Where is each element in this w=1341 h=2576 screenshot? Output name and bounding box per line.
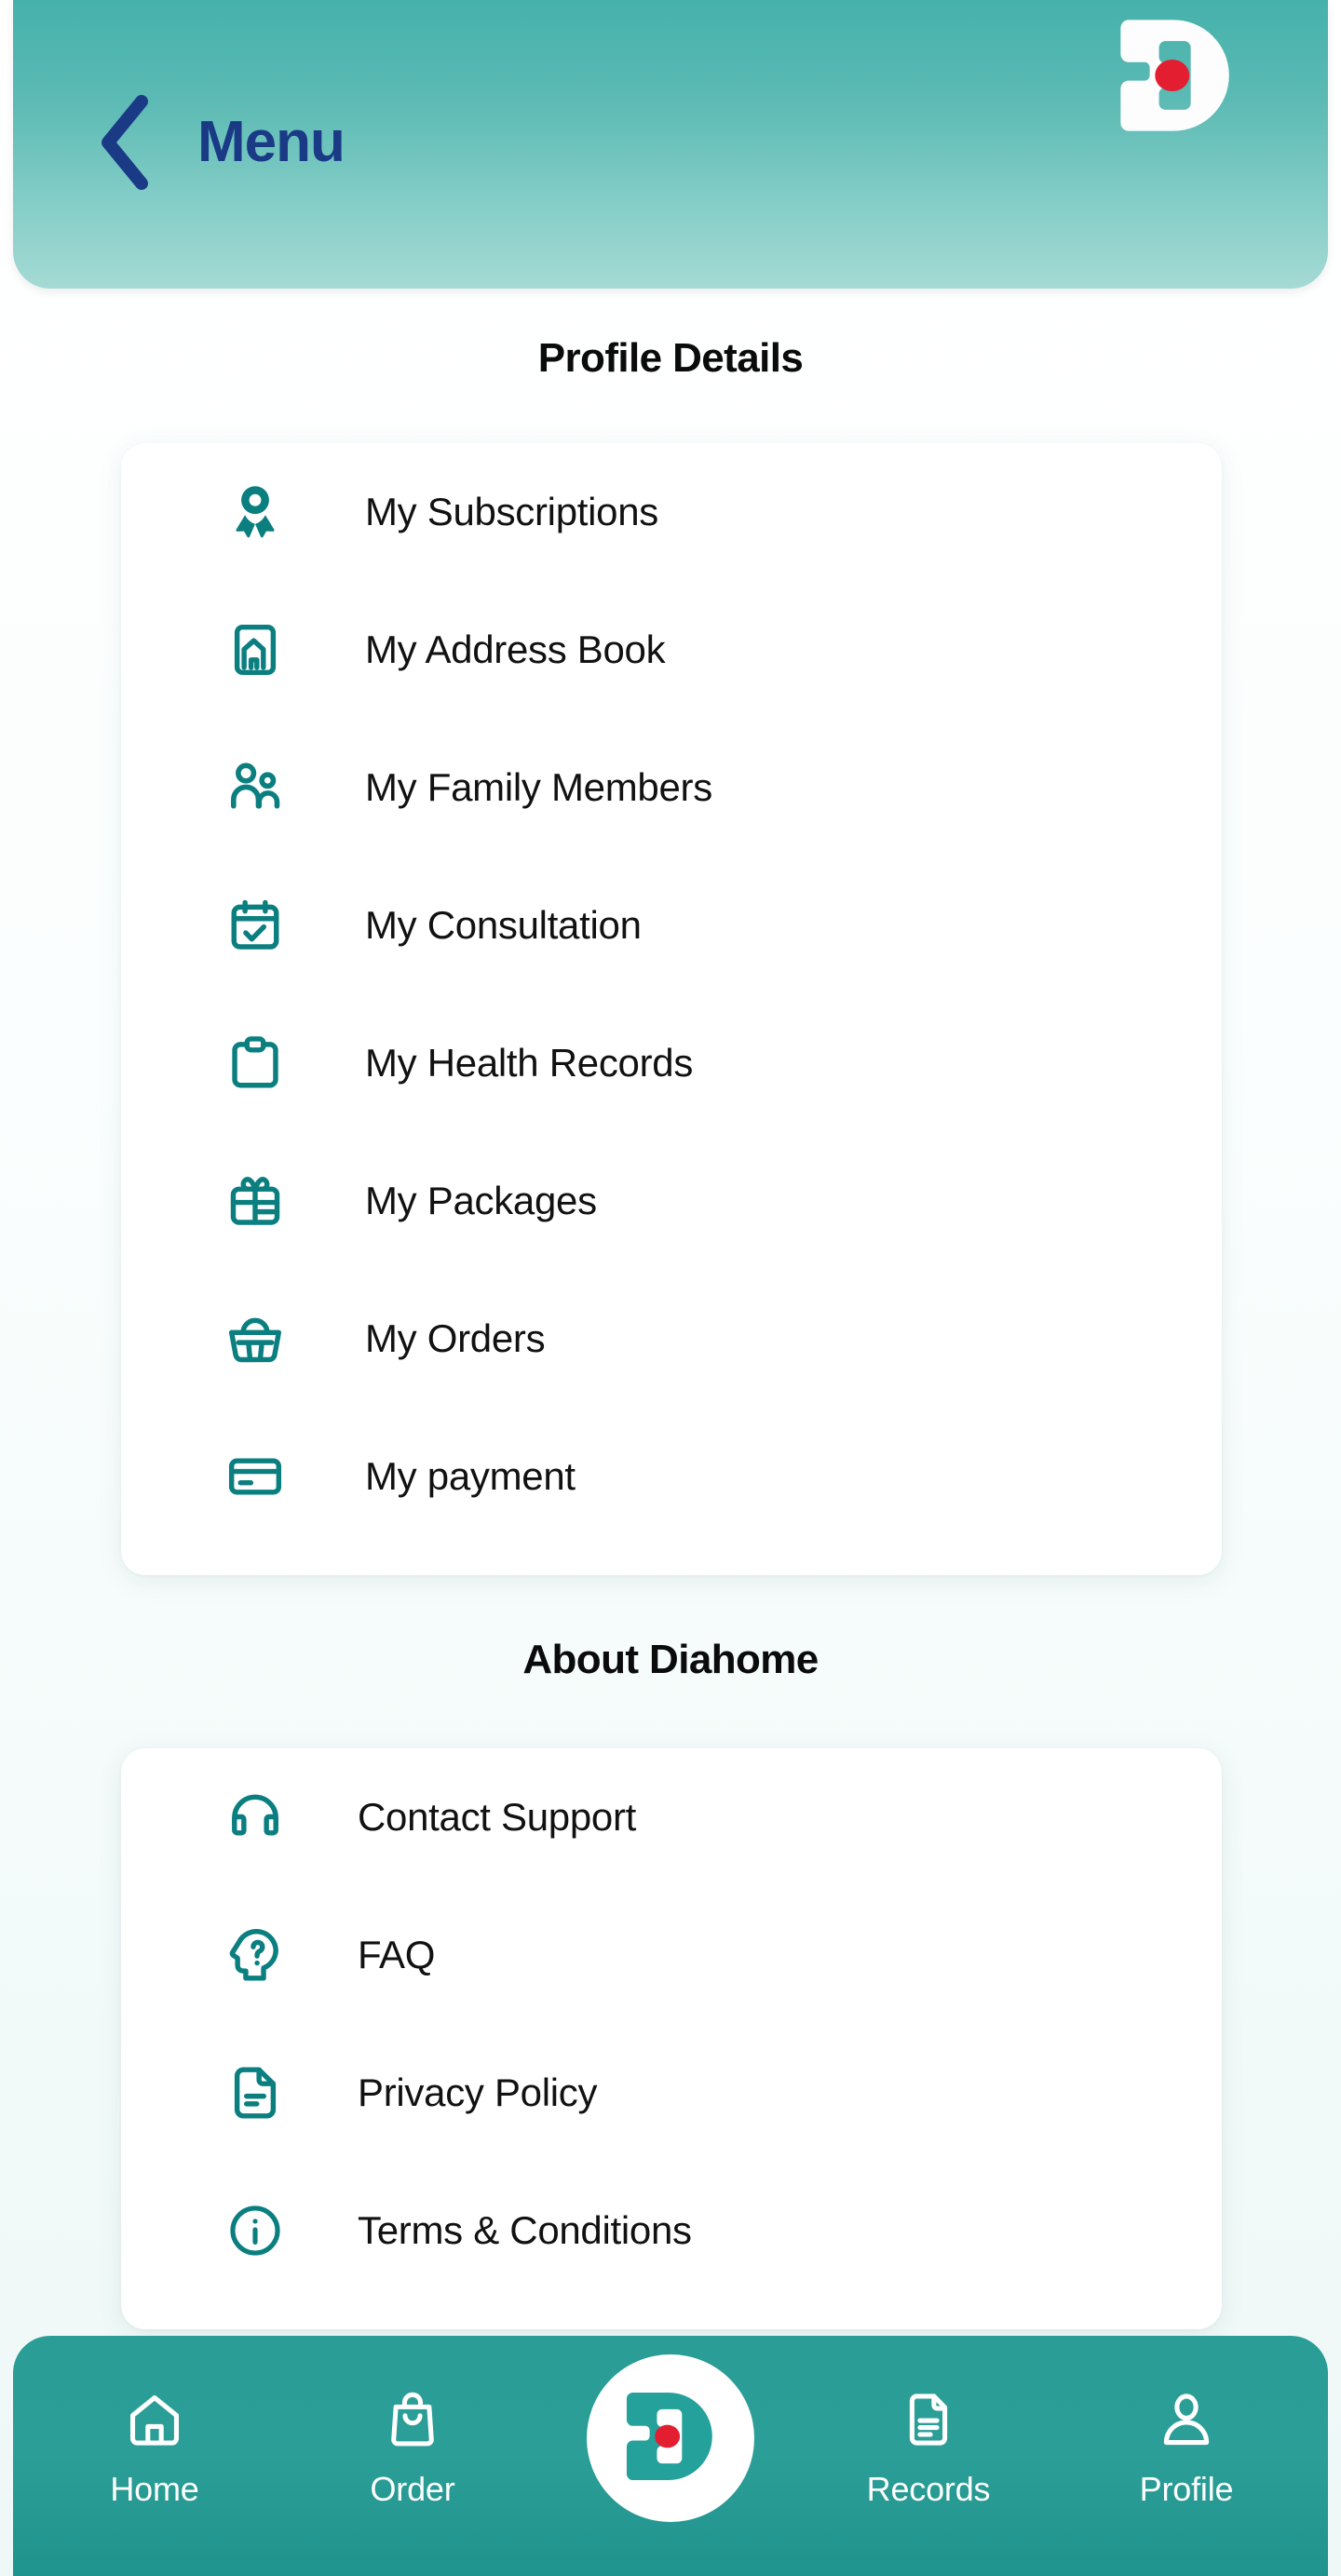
bottom-navigation-bar: Home Order Records Profile bbox=[13, 2336, 1328, 2576]
menu-item-label: My Consultation bbox=[365, 903, 642, 947]
back-button[interactable] bbox=[80, 91, 169, 194]
menu-item-my-subscriptions[interactable]: My Subscriptions bbox=[121, 443, 1222, 581]
nav-item-order[interactable]: Order bbox=[310, 2390, 515, 2509]
menu-item-my-orders[interactable]: My Orders bbox=[121, 1270, 1222, 1408]
document-icon bbox=[899, 2390, 958, 2449]
menu-item-contact-support[interactable]: Contact Support bbox=[121, 1748, 1222, 1886]
nav-item-label: Profile bbox=[1139, 2470, 1234, 2508]
shopping-basket-icon bbox=[210, 1310, 300, 1368]
menu-item-label: My Subscriptions bbox=[365, 490, 658, 533]
diahome-d-logo bbox=[618, 2384, 723, 2493]
nav-item-profile[interactable]: Profile bbox=[1084, 2390, 1289, 2509]
credit-card-icon bbox=[210, 1448, 300, 1505]
menu-item-privacy-policy[interactable]: Privacy Policy bbox=[121, 2024, 1222, 2162]
menu-item-label: Privacy Policy bbox=[358, 2070, 598, 2114]
nav-item-records[interactable]: Records bbox=[826, 2390, 1031, 2509]
menu-item-my-family-members[interactable]: My Family Members bbox=[121, 719, 1222, 856]
info-circle-icon bbox=[210, 2202, 300, 2259]
page-title: Menu bbox=[197, 110, 345, 174]
clipboard-icon bbox=[210, 1034, 300, 1092]
menu-item-my-packages[interactable]: My Packages bbox=[121, 1132, 1222, 1270]
center-action-button[interactable] bbox=[587, 2354, 754, 2522]
menu-item-faq[interactable]: FAQ bbox=[121, 1886, 1222, 2024]
menu-item-label: FAQ bbox=[358, 1933, 436, 1976]
section-title-about: About Diahome bbox=[522, 1637, 819, 1682]
menu-item-terms-and-conditions[interactable]: Terms & Conditions bbox=[121, 2162, 1222, 2300]
menu-item-label: My Orders bbox=[365, 1316, 546, 1360]
headphones-icon bbox=[210, 1788, 300, 1846]
home-card-icon bbox=[210, 621, 300, 679]
person-icon bbox=[1157, 2390, 1216, 2449]
shopping-bag-icon bbox=[383, 2390, 442, 2449]
nav-item-label: Records bbox=[866, 2470, 991, 2508]
nav-item-home[interactable]: Home bbox=[52, 2390, 257, 2509]
profile-details-card: My Subscriptions My Address Book My Fami… bbox=[121, 443, 1222, 1575]
menu-item-my-health-records[interactable]: My Health Records bbox=[121, 994, 1222, 1132]
menu-item-label: My Address Book bbox=[365, 627, 666, 671]
award-ribbon-icon bbox=[210, 482, 300, 542]
menu-item-label: My Packages bbox=[365, 1179, 597, 1222]
users-icon bbox=[210, 758, 300, 817]
nav-item-label: Order bbox=[370, 2470, 455, 2508]
document-text-icon bbox=[210, 2064, 300, 2122]
menu-item-label: Terms & Conditions bbox=[358, 2208, 692, 2252]
section-title-profile: Profile Details bbox=[537, 335, 804, 381]
menu-item-label: Contact Support bbox=[358, 1795, 637, 1839]
menu-item-label: My Health Records bbox=[365, 1041, 694, 1085]
menu-item-my-address-book[interactable]: My Address Book bbox=[121, 581, 1222, 719]
menu-item-label: My Family Members bbox=[365, 765, 712, 809]
home-icon bbox=[125, 2390, 184, 2449]
app-header: Menu bbox=[13, 0, 1328, 289]
nav-item-label: Home bbox=[110, 2470, 199, 2508]
diahome-d-logo bbox=[1110, 9, 1242, 142]
about-diahome-card: Contact Support FAQ Privacy Policy Terms… bbox=[121, 1748, 1222, 2329]
menu-item-my-consultation[interactable]: My Consultation bbox=[121, 856, 1222, 994]
calendar-check-icon bbox=[210, 897, 300, 954]
gift-icon bbox=[210, 1172, 300, 1230]
menu-item-my-payment[interactable]: My payment bbox=[121, 1408, 1222, 1545]
menu-item-label: My payment bbox=[365, 1454, 576, 1498]
head-question-icon bbox=[210, 1926, 300, 1984]
chevron-left-icon bbox=[97, 94, 153, 191]
